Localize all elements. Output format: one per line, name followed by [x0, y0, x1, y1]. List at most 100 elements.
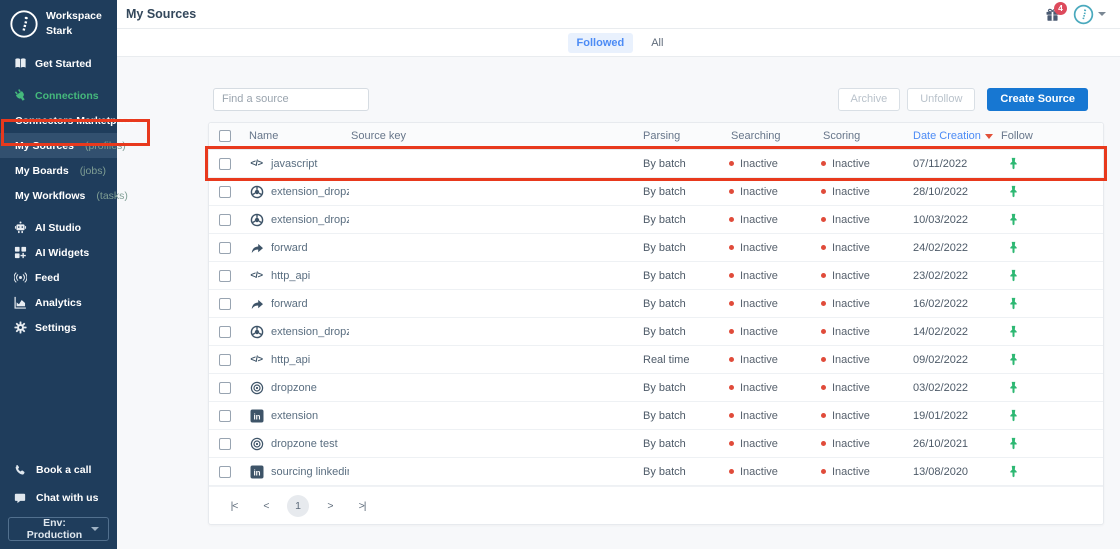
row-checkbox[interactable] [219, 185, 231, 198]
table-row[interactable]: extension_dropzone By batch Inactive Inacti… [209, 318, 1103, 346]
archive-button[interactable]: Archive [837, 87, 901, 111]
status-dot-icon [729, 469, 734, 474]
account-menu-button[interactable] [1073, 4, 1106, 25]
table-row[interactable]: extension_dropzone By batch Inactive Inacti… [209, 178, 1103, 206]
table-row[interactable]: extension_dropzone By batch Inactive Inacti… [209, 206, 1103, 234]
row-checkbox[interactable] [219, 157, 231, 170]
status-dot-icon [729, 301, 734, 306]
source-name-cell: dropzone test [241, 437, 349, 451]
select-all-checkbox[interactable] [219, 130, 231, 142]
status-label: Inactive [740, 465, 778, 478]
table-row[interactable]: in sourcing linkedin By batch Inactive Inact… [209, 458, 1103, 486]
sidebar-item-connectors-marketplace[interactable]: Connectors Marketplace [0, 108, 137, 133]
sidebar-item-my-workflows[interactable]: My Workflows (tasks) [0, 183, 128, 208]
status-label: Inactive [832, 437, 870, 450]
scoring-status: Inactive [821, 326, 911, 338]
pagination-prev[interactable]: < [255, 495, 277, 517]
column-header-source-key: Source key [351, 130, 407, 142]
row-checkbox[interactable] [219, 325, 231, 338]
gift-notifications-button[interactable]: 4 [1045, 1, 1067, 22]
status-dot-icon [729, 217, 734, 222]
table-row[interactable]: forward By batch Inactive Inactive 16/02/202… [209, 290, 1103, 318]
sidebar-footer-label: Book a call [36, 464, 92, 476]
follow-pin-button[interactable] [993, 297, 1103, 310]
follow-pin-button[interactable] [993, 241, 1103, 254]
sidebar-item-get-started[interactable]: Get Started [0, 51, 117, 76]
sidebar-footer-book-a-call[interactable]: Book a call [8, 456, 109, 484]
tab-all[interactable]: All [645, 33, 669, 53]
sidebar-item-settings[interactable]: Settings [0, 315, 117, 340]
source-name-cell: forward [241, 297, 349, 311]
row-checkbox[interactable] [219, 381, 231, 394]
table-row[interactable]: dropzone By batch Inactive Inactive 03/02/20… [209, 374, 1103, 402]
follow-pin-button[interactable] [993, 325, 1103, 338]
follow-pin-button[interactable] [993, 465, 1103, 478]
sidebar-item-analytics[interactable]: Analytics [0, 290, 117, 315]
table-row[interactable]: </> http_api By batch Inactive Inactive 23/02… [209, 262, 1103, 290]
follow-pin-button[interactable] [993, 269, 1103, 282]
row-checkbox[interactable] [219, 241, 231, 254]
toolbar: Archive Unfollow Create Source [208, 87, 1104, 111]
sidebar-item-label: Settings [35, 321, 77, 334]
row-checkbox[interactable] [219, 353, 231, 366]
sidebar-footer-chat-with-us[interactable]: Chat with us [8, 484, 109, 512]
unfollow-button[interactable]: Unfollow [907, 87, 976, 111]
chat-icon [14, 492, 27, 504]
sidebar-item-my-boards[interactable]: My Boards (jobs) [0, 158, 117, 183]
table-row[interactable]: forward By batch Inactive Inactive 24/02/202… [209, 234, 1103, 262]
status-dot-icon [729, 273, 734, 278]
status-label: Inactive [740, 269, 778, 282]
status-label: Inactive [832, 353, 870, 366]
searching-status: Inactive [729, 242, 821, 254]
source-name-cell: extension_dropzone [241, 185, 349, 199]
follow-pin-button[interactable] [993, 213, 1103, 226]
status-label: Inactive [832, 381, 870, 394]
code-icon: </> [250, 270, 263, 281]
sidebar-item-feed[interactable]: Feed [0, 265, 117, 290]
table-row[interactable]: in extension By batch Inactive Inactive 19/01… [209, 402, 1103, 430]
tab-followed[interactable]: Followed [567, 32, 634, 53]
sidebar-item-connections[interactable]: Connections [0, 83, 117, 108]
pagination-first[interactable]: |< [223, 495, 245, 517]
source-name: javascript [271, 157, 318, 170]
sidebar-item-my-sources[interactable]: My Sources (profiles) [0, 133, 126, 158]
forward-icon [249, 241, 264, 255]
scoring-status: Inactive [821, 466, 911, 478]
status-label: Inactive [832, 297, 870, 310]
row-checkbox[interactable] [219, 269, 231, 282]
top-bar: My Sources 4 [117, 0, 1120, 29]
table-row[interactable]: </> http_api Real time Inactive Inactive 09/0… [209, 346, 1103, 374]
sidebar-item-ai-widgets[interactable]: AI Widgets [0, 240, 117, 265]
follow-pin-button[interactable] [993, 409, 1103, 422]
status-label: Inactive [740, 185, 778, 198]
avatar [1073, 4, 1094, 25]
date-creation-label: Date Creation [913, 130, 981, 142]
column-header-scoring: Scoring [823, 130, 861, 142]
follow-pin-button[interactable] [993, 353, 1103, 366]
date-creation-cell: 13/08/2020 [913, 465, 969, 478]
pagination-page-1[interactable]: 1 [287, 494, 309, 517]
pagination-next[interactable]: > [319, 495, 341, 517]
status-dot-icon [729, 385, 734, 390]
table-row[interactable]: dropzone test By batch Inactive Inactive 26/… [209, 430, 1103, 458]
pagination-last[interactable]: >| [351, 495, 373, 517]
follow-pin-button[interactable] [993, 437, 1103, 450]
column-header-date-creation[interactable]: Date Creation [911, 130, 993, 142]
create-source-button[interactable]: Create Source [987, 87, 1088, 111]
row-checkbox[interactable] [219, 465, 231, 478]
row-checkbox[interactable] [219, 213, 231, 226]
sidebar-item-ai-studio[interactable]: AI Studio [0, 215, 117, 240]
row-checkbox[interactable] [219, 297, 231, 310]
sort-desc-icon [984, 133, 993, 139]
follow-pin-button[interactable] [993, 157, 1103, 170]
table-row[interactable]: </> javascript By batch Inactive Inactive 07/… [209, 150, 1103, 178]
row-checkbox[interactable] [219, 409, 231, 422]
search-input[interactable] [213, 87, 369, 111]
env-selector[interactable]: Env: Production [8, 517, 109, 541]
scoring-status: Inactive [821, 410, 911, 422]
parsing-cell: By batch [643, 381, 686, 394]
follow-pin-button[interactable] [993, 381, 1103, 394]
row-checkbox[interactable] [219, 437, 231, 450]
pagination: |< <1 > >| [209, 486, 1103, 524]
follow-pin-button[interactable] [993, 185, 1103, 198]
